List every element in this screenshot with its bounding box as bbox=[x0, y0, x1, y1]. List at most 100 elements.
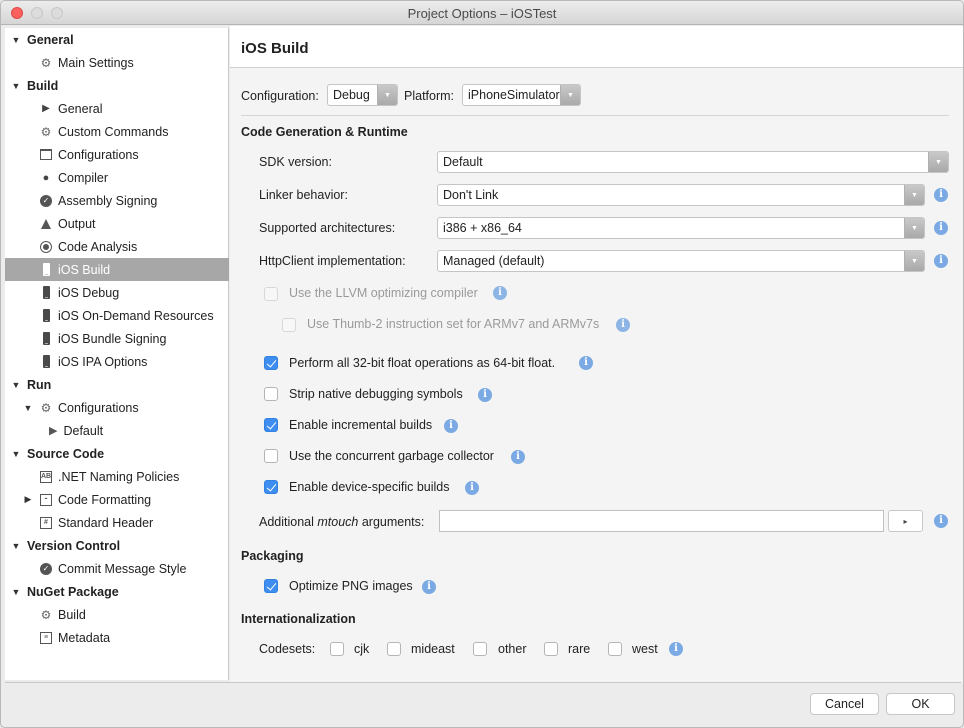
sidebar-category-run[interactable]: ▼ Run bbox=[5, 373, 229, 396]
disclosure-expanded-icon[interactable]: ▼ bbox=[11, 587, 21, 597]
optimize-png-checkbox[interactable] bbox=[264, 579, 278, 593]
codeset-cjk-checkbox[interactable] bbox=[330, 642, 344, 656]
sidebar-item-code-analysis[interactable]: Code Analysis bbox=[5, 235, 229, 258]
sidebar-item-ios-build[interactable]: iOS Build bbox=[5, 258, 229, 281]
sidebar-item-metadata[interactable]: ≡ Metadata bbox=[5, 626, 229, 649]
ok-button[interactable]: OK bbox=[886, 693, 955, 715]
disclosure-expanded-icon[interactable]: ▼ bbox=[11, 541, 21, 551]
sidebar-item-standard-header[interactable]: # Standard Header bbox=[5, 511, 229, 534]
concurrent-gc-checkbox[interactable] bbox=[264, 449, 278, 463]
info-icon[interactable]: i bbox=[493, 286, 507, 300]
codeset-other-checkbox[interactable] bbox=[473, 642, 487, 656]
panel-title: iOS Build bbox=[241, 40, 309, 57]
incremental-builds-checkbox[interactable] bbox=[264, 418, 278, 432]
options-panel: iOS Build Configuration: Debug ▼ Platfor… bbox=[230, 26, 963, 682]
codeset-west-checkbox[interactable] bbox=[608, 642, 622, 656]
chevron-down-icon: ▼ bbox=[377, 85, 397, 105]
info-icon[interactable]: i bbox=[511, 450, 525, 464]
sidebar-item-label: iOS On-Demand Resources bbox=[58, 308, 214, 323]
disclosure-expanded-icon[interactable]: ▼ bbox=[11, 449, 21, 459]
phone-icon bbox=[39, 355, 53, 369]
codeset-mideast-checkbox[interactable] bbox=[387, 642, 401, 656]
httpclient-value: Managed (default) bbox=[443, 254, 545, 268]
sidebar-item-label: General bbox=[27, 32, 74, 47]
sidebar-item-compiler[interactable]: ● Compiler bbox=[5, 166, 229, 189]
project-options-window: Project Options – iOSTest ▼ General ⚙ Main … bbox=[0, 0, 964, 728]
divider bbox=[241, 115, 949, 116]
info-icon[interactable]: i bbox=[478, 388, 492, 402]
sidebar-item-label: Source Code bbox=[27, 446, 105, 461]
sidebar-item-label: Configurations bbox=[58, 147, 139, 162]
certificate-icon: ✓ bbox=[39, 194, 53, 208]
disclosure-expanded-icon[interactable]: ▼ bbox=[23, 403, 33, 413]
sidebar-category-version-control[interactable]: ▼ Version Control bbox=[5, 534, 229, 557]
sidebar-category-source-code[interactable]: ▼ Source Code bbox=[5, 442, 229, 465]
commit-icon: ✓ bbox=[39, 562, 53, 576]
thumb2-checkbox[interactable] bbox=[282, 318, 296, 332]
info-icon[interactable]: i bbox=[934, 254, 948, 268]
disclosure-expanded-icon[interactable]: ▼ bbox=[11, 35, 21, 45]
codeset-rare-label: rare bbox=[568, 642, 591, 656]
device-specific-checkbox[interactable] bbox=[264, 480, 278, 494]
architectures-value: i386 + x86_64 bbox=[443, 221, 522, 235]
info-icon[interactable]: i bbox=[934, 221, 948, 235]
disclosure-collapsed-icon[interactable]: ▶ bbox=[23, 494, 33, 505]
mtouch-label-pre: Additional bbox=[259, 515, 318, 529]
incremental-builds-label: Enable incremental builds bbox=[289, 418, 433, 432]
sidebar-item-commit-message-style[interactable]: ✓ Commit Message Style bbox=[5, 557, 229, 580]
architectures-select[interactable]: i386 + x86_64 ▼ bbox=[437, 217, 925, 239]
sidebar-item-configurations[interactable]: Configurations bbox=[5, 143, 229, 166]
platform-label: Platform: bbox=[404, 89, 455, 103]
info-icon[interactable]: i bbox=[465, 481, 479, 495]
cancel-button[interactable]: Cancel bbox=[810, 693, 879, 715]
info-icon[interactable]: i bbox=[616, 318, 630, 332]
sidebar-category-build[interactable]: ▼ Build bbox=[5, 74, 229, 97]
codesets-label: Codesets: bbox=[259, 642, 316, 656]
info-icon[interactable]: i bbox=[934, 514, 948, 528]
float64-checkbox[interactable] bbox=[264, 356, 278, 370]
strip-symbols-checkbox[interactable] bbox=[264, 387, 278, 401]
sidebar-item-general[interactable]: ▶ General bbox=[5, 97, 229, 120]
sidebar-item-ios-debug[interactable]: iOS Debug bbox=[5, 281, 229, 304]
info-icon[interactable]: i bbox=[579, 356, 593, 370]
sidebar-item-ios-on-demand-resources[interactable]: iOS On-Demand Resources bbox=[5, 304, 229, 327]
mtouch-args-input[interactable] bbox=[439, 510, 884, 532]
insert-macro-button[interactable]: ▸ bbox=[888, 510, 923, 532]
info-icon[interactable]: i bbox=[444, 419, 458, 433]
disclosure-expanded-icon[interactable]: ▼ bbox=[11, 81, 21, 91]
sidebar-item-ios-bundle-signing[interactable]: iOS Bundle Signing bbox=[5, 327, 229, 350]
sidebar-item-ios-ipa-options[interactable]: iOS IPA Options bbox=[5, 350, 229, 373]
info-icon[interactable]: i bbox=[422, 580, 436, 594]
run-icon: ▶ bbox=[42, 103, 50, 114]
robot-icon: ● bbox=[42, 171, 50, 184]
sidebar-item-output[interactable]: Output bbox=[5, 212, 229, 235]
sidebar-item-code-formatting[interactable]: ▶ ⁃ Code Formatting bbox=[5, 488, 229, 511]
sidebar-item-configurations[interactable]: ▼ ⚙ Configurations bbox=[5, 396, 229, 419]
section-internationalization: Internationalization bbox=[241, 612, 356, 626]
platform-select[interactable]: iPhoneSimulator ▼ bbox=[462, 84, 581, 106]
sidebar-item-label: Default bbox=[63, 423, 104, 438]
sidebar-item-label: Custom Commands bbox=[58, 124, 169, 139]
httpclient-select[interactable]: Managed (default) ▼ bbox=[437, 250, 925, 272]
disclosure-expanded-icon[interactable]: ▼ bbox=[11, 380, 21, 390]
float64-label: Perform all 32-bit float operations as 6… bbox=[289, 356, 556, 370]
sidebar-item-label: NuGet Package bbox=[27, 584, 119, 599]
sdk-version-select[interactable]: Default ▼ bbox=[437, 151, 949, 173]
sidebar-item-custom-commands[interactable]: ⚙ Custom Commands bbox=[5, 120, 229, 143]
codeset-rare-checkbox[interactable] bbox=[544, 642, 558, 656]
sidebar-item-default[interactable]: ▶ Default bbox=[5, 419, 229, 442]
info-icon[interactable]: i bbox=[669, 642, 683, 656]
sidebar-item-net-naming-policies[interactable]: AB .NET Naming Policies bbox=[5, 465, 229, 488]
linker-behavior-select[interactable]: Don't Link ▼ bbox=[437, 184, 925, 206]
sidebar-item-main-settings[interactable]: ⚙ Main Settings bbox=[5, 51, 229, 74]
sidebar-item-assembly-signing[interactable]: ✓ Assembly Signing bbox=[5, 189, 229, 212]
sidebar-category-nuget-package[interactable]: ▼ NuGet Package bbox=[5, 580, 229, 603]
info-icon[interactable]: i bbox=[934, 188, 948, 202]
codeset-mideast-label: mideast bbox=[411, 642, 455, 656]
sidebar-category-general[interactable]: ▼ General bbox=[5, 28, 229, 51]
sidebar-item-build[interactable]: ⚙ Build bbox=[5, 603, 229, 626]
section-packaging: Packaging bbox=[241, 549, 304, 563]
configuration-select[interactable]: Debug ▼ bbox=[327, 84, 398, 106]
options-sidebar: ▼ General ⚙ Main Settings ▼ Build ▶ General ⚙ Cus… bbox=[5, 28, 229, 680]
llvm-checkbox[interactable] bbox=[264, 287, 278, 301]
